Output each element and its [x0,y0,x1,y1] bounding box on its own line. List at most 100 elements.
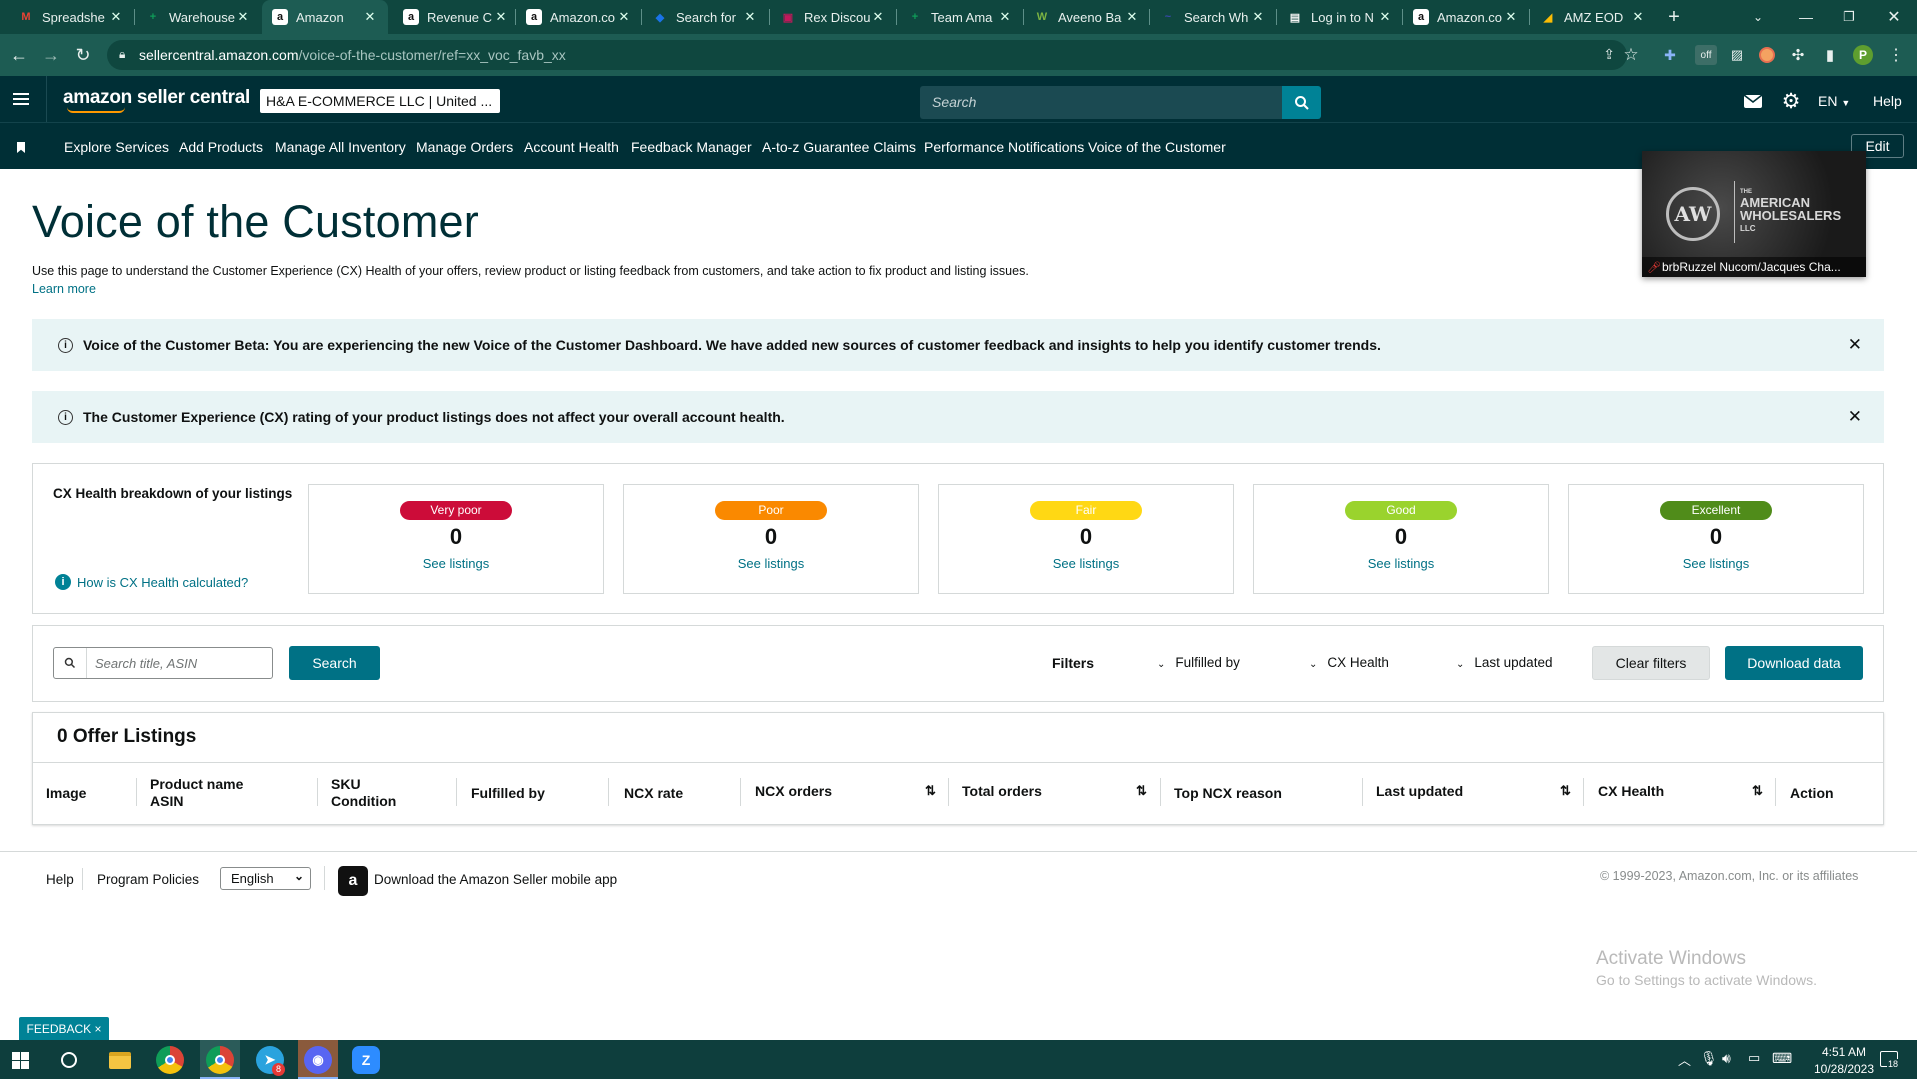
new-tab-icon[interactable]: + [1663,6,1685,28]
footer-language-select[interactable]: English ⌄ [220,867,311,890]
cortana-search-icon[interactable] [61,1052,77,1068]
settings-gear-icon[interactable]: ⚙ [1780,89,1802,113]
global-search-button[interactable] [1282,86,1321,119]
clock-date[interactable]: 10/28/2023 [1805,1062,1883,1076]
tab-close-icon[interactable]: ✕ [1630,9,1646,25]
side-panel-icon[interactable]: ▮ [1820,45,1840,65]
seller-central-logo[interactable]: amazon seller central [63,87,250,113]
tray-chevron-up-icon[interactable]: ︿ [1678,1050,1691,1069]
fulfilled-by-filter[interactable]: ⌄ Fulfilled by [1157,655,1240,670]
browser-tab[interactable]: + Warehouse ✕ [135,0,261,34]
hamburger-icon[interactable] [13,93,29,105]
url-field[interactable]: 🔒︎ sellercentral.amazon.com/voice-of-the… [107,40,1627,70]
browser-menu-icon[interactable]: ⋮ [1886,45,1906,65]
col-total-orders[interactable]: Total orders [962,783,1042,799]
tab-close-icon[interactable]: ✕ [1250,9,1266,25]
clear-filters-button[interactable]: Clear filters [1592,646,1710,680]
clock-time[interactable]: 4:51 AM [1810,1045,1878,1059]
close-icon[interactable]: ✕ [1848,335,1862,355]
browser-tab[interactable]: ◆ Search for ✕ [642,0,768,34]
mail-icon[interactable] [1743,94,1763,108]
tab-search-icon[interactable]: ⌄ [1747,6,1769,28]
browser-tab[interactable]: a Amazon.co ✕ [1403,0,1529,34]
tab-close-icon[interactable]: ✕ [870,9,886,25]
nav-item[interactable]: Manage All Inventory [275,139,406,155]
browser-tab[interactable]: a Amazon.co ✕ [516,0,642,34]
learn-more-link[interactable]: Learn more [32,282,96,296]
extension-icon[interactable]: ✚ [1660,45,1680,65]
windows-start-icon[interactable] [12,1052,29,1069]
chrome-profile-icon[interactable] [206,1046,234,1074]
tab-close-icon[interactable]: ✕ [616,9,632,25]
col-sku[interactable]: SKU Condition [331,776,396,810]
chrome-icon[interactable] [156,1046,184,1074]
restore-icon[interactable]: ❐ [1838,6,1860,28]
nav-item[interactable]: Explore Services [64,139,169,155]
col-ncx-orders[interactable]: NCX orders [755,783,832,799]
download-app-link[interactable]: Download the Amazon Seller mobile app [374,872,617,887]
reload-icon[interactable]: ↻ [72,44,94,66]
browser-tab[interactable]: M Spreadshe ✕ [8,0,134,34]
sort-icon[interactable]: ⇅ [1136,783,1147,799]
browser-tab[interactable]: a Revenue C ✕ [393,0,519,34]
browser-tab[interactable]: + Team Ama ✕ [897,0,1023,34]
header-help-link[interactable]: Help [1873,93,1902,109]
sort-icon[interactable]: ⇅ [925,783,936,799]
extension-off-icon[interactable]: off [1695,45,1717,65]
see-listings-link[interactable]: See listings [1569,556,1863,571]
see-listings-link[interactable]: See listings [939,556,1233,571]
see-listings-link[interactable]: See listings [1254,556,1548,571]
nav-item[interactable]: Account Health [524,139,619,155]
nav-item[interactable]: Performance Notifications [924,139,1084,155]
see-listings-link[interactable]: See listings [624,556,918,571]
microphone-icon[interactable]: 🎙︎ [1700,1050,1718,1067]
browser-tab[interactable]: ◢ AMZ EOD ✕ [1530,0,1656,34]
language-selector[interactable]: EN ▼ [1818,93,1850,109]
extension-image-icon[interactable]: ▨ [1727,45,1747,65]
see-listings-link[interactable]: See listings [309,556,603,571]
download-data-button[interactable]: Download data [1725,646,1863,680]
footer-policies-link[interactable]: Program Policies [97,872,199,887]
how-calculated-link[interactable]: i How is CX Health calculated? [55,574,248,590]
browser-tab[interactable]: ~ Search Wh ✕ [1150,0,1276,34]
zoom-icon[interactable]: Z [352,1046,380,1074]
keyboard-icon[interactable]: ⌨ [1772,1050,1792,1067]
seller-app-icon[interactable]: a [338,866,368,896]
bookmark-star-icon[interactable]: ☆ [1620,44,1642,66]
nav-item[interactable]: A-to-z Guarantee Claims [762,139,916,155]
browser-tab[interactable]: ▤ Log in to N ✕ [1277,0,1403,34]
listing-search-button[interactable]: Search [289,646,380,680]
col-product-name[interactable]: Product name ASIN [150,776,243,810]
discord-icon[interactable]: ◉ [304,1046,332,1074]
nav-item[interactable]: Manage Orders [416,139,513,155]
network-icon[interactable]: ▭ [1748,1050,1760,1066]
forward-icon[interactable]: → [40,44,62,66]
account-selector[interactable]: H&A E-COMMERCE LLC | United ... [260,89,500,113]
tab-close-icon[interactable]: ✕ [493,9,509,25]
footer-help-link[interactable]: Help [46,872,74,887]
col-last-updated[interactable]: Last updated [1376,783,1463,799]
nav-item[interactable]: Voice of the Customer [1088,139,1226,155]
extension-color-icon[interactable] [1759,47,1775,63]
extensions-puzzle-icon[interactable]: ✣ [1788,45,1808,65]
tab-close-icon[interactable]: ✕ [742,9,758,25]
browser-tab[interactable]: W Aveeno Ba ✕ [1024,0,1150,34]
tab-close-icon[interactable]: ✕ [362,9,378,25]
nav-item[interactable]: Feedback Manager [631,139,752,155]
tab-close-icon[interactable]: ✕ [1503,9,1519,25]
sort-icon[interactable]: ⇅ [1560,783,1571,799]
feedback-button[interactable]: FEEDBACK × [19,1017,109,1040]
tab-close-icon[interactable]: ✕ [1124,9,1140,25]
tab-close-icon[interactable]: ✕ [997,9,1013,25]
video-call-overlay[interactable]: AW THE AMERICAN WHOLESALERS LLC 🎤︎ brbRu… [1642,151,1866,277]
file-explorer-icon[interactable] [109,1052,131,1069]
browser-tab[interactable]: a Amazon ✕ [262,0,388,34]
share-icon[interactable]: ⇪ [1603,46,1615,63]
cx-health-filter[interactable]: ⌄ CX Health [1309,655,1389,670]
browser-tab[interactable]: ▣ Rex Discou ✕ [770,0,896,34]
tab-close-icon[interactable]: ✕ [1377,9,1393,25]
back-icon[interactable]: ← [8,44,30,66]
sort-icon[interactable]: ⇅ [1752,783,1763,799]
col-cx-health[interactable]: CX Health [1598,783,1664,799]
profile-avatar[interactable]: P [1853,45,1873,65]
